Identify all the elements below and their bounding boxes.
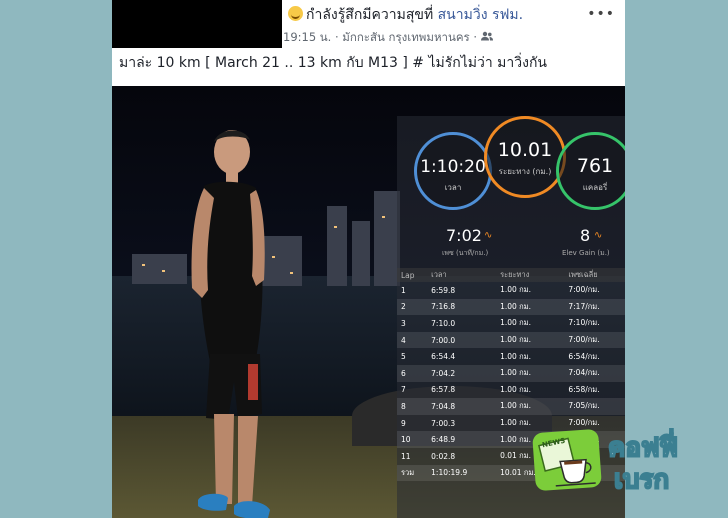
table-row: 8 7:04.8 1.00 กม. 7:05/กม.	[397, 398, 625, 415]
table-row: 4 7:00.0 1.00 กม. 7:00/กม.	[397, 331, 625, 349]
cell: 1.00 กม.	[500, 384, 532, 394]
distance-ring: 10.01 ระยะทาง (กม.)	[484, 116, 566, 198]
table-row: 1 6:59.8 1.00 กม. 7:00/กม.	[397, 282, 625, 299]
cell: 1.00 กม.	[500, 285, 532, 295]
cell: 1.00 กม.	[496, 398, 565, 415]
building	[327, 206, 347, 286]
calories-label: แคลอรี่	[582, 183, 608, 192]
smile-emoji-icon	[288, 6, 303, 21]
cell: 2	[397, 298, 428, 316]
col-header: เพซเฉลี่ย	[564, 268, 625, 282]
post-meta: 19:15 น. · มักกะสัน กรุงเทพมหานคร ·	[283, 29, 493, 47]
cell: 1.00 กม.	[500, 351, 532, 361]
city-light	[142, 264, 145, 266]
cell: 10	[397, 431, 428, 448]
table-row: 6 7:04.2 1.00 กม. 7:04/กม.	[397, 364, 625, 382]
distance-label: ระยะทาง (กม.)	[498, 167, 552, 176]
cell: 7:04.2	[427, 364, 497, 382]
cell: 6	[397, 364, 428, 382]
cell: 6:54/กม.	[568, 351, 600, 361]
separator-dot: ·	[473, 30, 478, 44]
more-options-button[interactable]: •••	[587, 6, 615, 22]
coffeebreak-watermark: NEWS คอฟฟี่ เบรก	[528, 425, 713, 496]
cell: 1.00 กม.	[496, 331, 565, 349]
cell: 11	[401, 451, 411, 461]
redacted-profile-block	[112, 0, 282, 48]
cell: 7:00.3	[431, 418, 456, 428]
col-header: ระยะทาง	[496, 268, 565, 282]
pace-value: 7:02	[446, 226, 482, 245]
table-row: 2 7:16.8 1.00 กม. 7:17/กม.	[397, 298, 625, 316]
place-link[interactable]: สนามวิ่ง รฟม.	[438, 7, 523, 23]
cell: 7:10/กม.	[568, 318, 600, 328]
cell: 7:04.8	[427, 398, 497, 415]
table-row: 7 6:57.8 1.00 กม. 6:58/กม.	[397, 382, 625, 399]
cell: 4	[397, 331, 428, 349]
building	[132, 254, 187, 284]
cell: 6:54.4	[431, 352, 456, 362]
coffee-cup-logo-icon	[532, 428, 602, 492]
runner-figure	[191, 130, 270, 518]
cell: 7:17/กม.	[564, 298, 625, 316]
post-header: กำลังรู้สึกมีความสุขที่ สนามวิ่ง รฟม.	[288, 4, 523, 26]
city-light	[334, 226, 337, 228]
time-value: 1:10:20	[420, 157, 486, 177]
col-header: Lap	[397, 268, 428, 282]
calories-value: 761	[576, 155, 614, 177]
cell: 6:57.8	[431, 385, 456, 395]
col-header: เวลา	[427, 268, 497, 282]
cell: 1	[401, 285, 406, 295]
city-light	[162, 270, 165, 272]
cell: 1.00 กม.	[496, 364, 565, 382]
cell: 7:00.0	[427, 331, 497, 349]
cell: 7:05/กม.	[564, 398, 625, 415]
table-row: 5 6:54.4 1.00 กม. 6:54/กม.	[397, 348, 625, 365]
building	[352, 221, 370, 286]
elev-label: Elev Gain (ม.)	[562, 249, 610, 257]
separator-dot: ·	[334, 30, 339, 44]
cell: 7:04/กม.	[564, 364, 625, 382]
laps-header-row: Lap เวลา ระยะทาง เพซเฉลี่ย	[397, 268, 625, 282]
cell: 1:10:19.9	[427, 464, 497, 482]
pace-chart-icon: ∿	[484, 230, 493, 241]
cell: 6:59.8	[431, 285, 456, 295]
time-label: เวลา	[444, 183, 462, 192]
elev-chart-icon: ∿	[594, 230, 603, 241]
distance-value: 10.01	[497, 139, 553, 161]
cell: 0:02.8	[431, 451, 456, 461]
cell: 7:10.0	[431, 318, 456, 328]
cell: 7:00/กม.	[568, 285, 600, 295]
cell: 6:48.9	[427, 431, 497, 448]
city-light	[382, 216, 385, 218]
feeling-text: กำลังรู้สึกมีความสุขที่	[306, 7, 434, 23]
post-caption: มาล่ะ 10 km [ March 21 .. 13 km กับ M13 …	[119, 55, 548, 71]
calories-ring: 761 แคลอรี่	[556, 132, 625, 210]
cell: 5	[401, 352, 406, 362]
friends-audience-icon[interactable]	[480, 30, 493, 44]
cell: 1.00 กม.	[496, 298, 565, 316]
cell: 8	[397, 398, 428, 415]
cell: 7	[401, 385, 406, 395]
elev-value: 8	[580, 226, 591, 245]
post-location[interactable]: มักกะสัน กรุงเทพมหานคร	[342, 30, 469, 44]
post-time[interactable]: 19:15 น.	[283, 30, 331, 44]
cell: 7:16.8	[427, 298, 497, 316]
cell: 7:00/กม.	[564, 331, 625, 349]
cell: 1.00 กม.	[500, 318, 532, 328]
table-row: 3 7:10.0 1.00 กม. 7:10/กม.	[397, 315, 625, 332]
pace-label: เพซ (นาที/กม.)	[442, 249, 489, 257]
time-ring: 1:10:20 เวลา	[414, 132, 492, 210]
cell: 3	[401, 318, 406, 328]
cell: 6:58/กม.	[568, 384, 600, 394]
cell: 9	[401, 418, 406, 428]
cell: รวม	[397, 464, 428, 482]
brand-line-2: เบรก	[613, 464, 670, 496]
